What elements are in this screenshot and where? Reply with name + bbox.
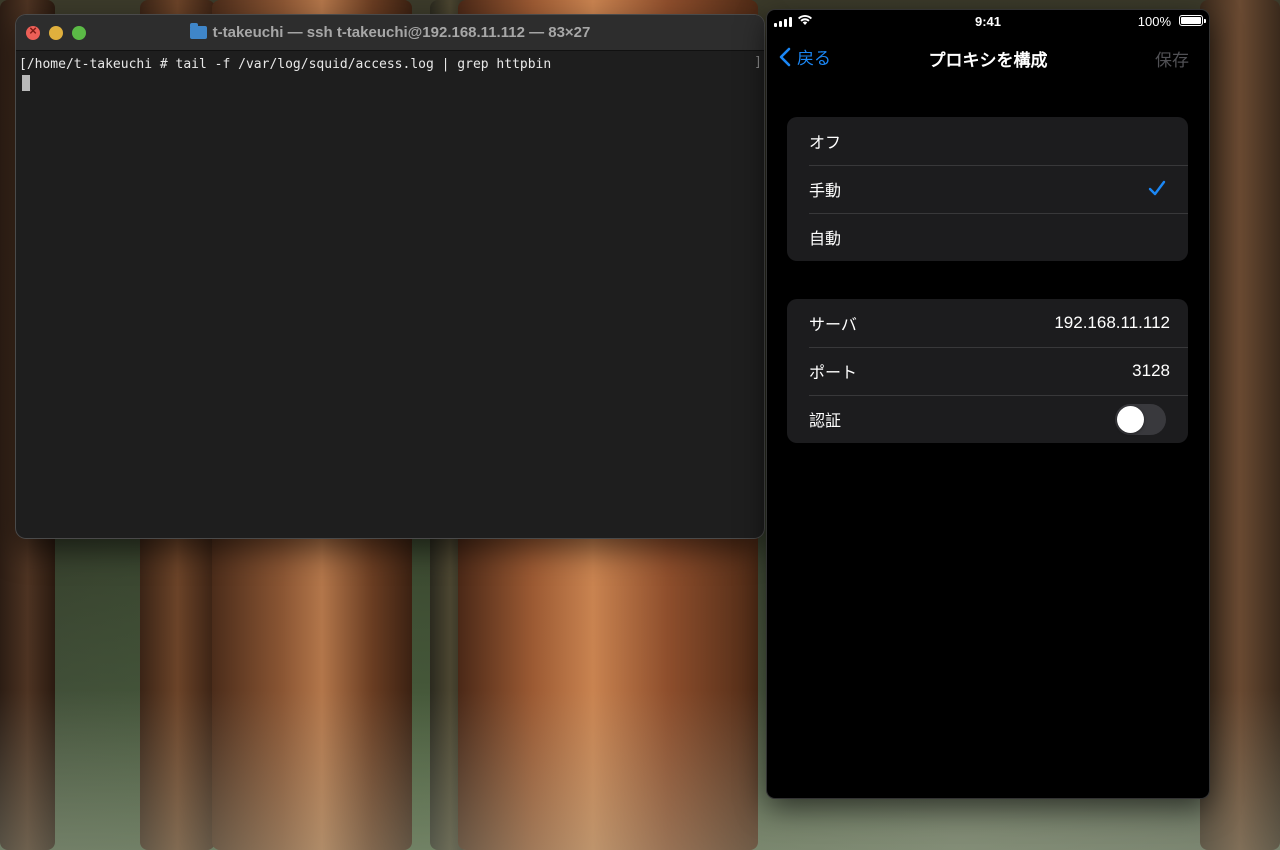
terminal-title: t-takeuchi — ssh t-takeuchi@192.168.11.1…	[212, 24, 591, 41]
navigation-bar: 戻る プロキシを構成 保存	[767, 32, 1209, 80]
proxy-mode-auto[interactable]: 自動	[787, 213, 1188, 261]
save-button[interactable]: 保存	[1155, 46, 1189, 71]
terminal-window[interactable]: t-takeuchi — ssh t-takeuchi@192.168.11.1…	[16, 15, 764, 538]
close-window-button[interactable]	[26, 23, 40, 40]
server-field[interactable]: 192.168.11.112	[1054, 313, 1170, 333]
checkmark-icon	[1148, 180, 1166, 196]
page-title: プロキシを構成	[928, 51, 1048, 70]
auth-row: 認証	[787, 395, 1188, 443]
terminal-cursor	[22, 75, 30, 91]
status-bar: 9:41 100%	[767, 10, 1209, 32]
battery-percentage: 100%	[1137, 14, 1171, 29]
terminal-command-line: [/home/t-takeuchi # tail -f /var/log/squ…	[19, 57, 552, 72]
terminal-content[interactable]: [/home/t-takeuchi # tail -f /var/log/squ…	[16, 51, 764, 91]
terminal-titlebar[interactable]: t-takeuchi — ssh t-takeuchi@192.168.11.1…	[16, 15, 764, 51]
port-field[interactable]: 3128	[1132, 361, 1170, 381]
server-row[interactable]: サーバ 192.168.11.112	[787, 299, 1188, 347]
mode-label: オフ	[809, 135, 842, 152]
server-label: サーバ	[809, 317, 857, 334]
auth-toggle[interactable]	[1115, 404, 1166, 435]
phone-simulator: 9:41 100% 戻る プロキシを構成 保存 オフ 手動 自動 サーバ 192…	[767, 10, 1209, 798]
proxy-settings-group: サーバ 192.168.11.112 ポート 3128 認証	[787, 299, 1188, 443]
auth-label: 認証	[809, 413, 842, 430]
proxy-mode-group: オフ 手動 自動	[787, 117, 1188, 261]
terminal-bracket: ]	[754, 55, 762, 70]
port-row[interactable]: ポート 3128	[787, 347, 1188, 395]
mode-label: 自動	[809, 231, 842, 248]
battery-icon	[1179, 15, 1206, 26]
proxy-mode-manual[interactable]: 手動	[787, 165, 1188, 213]
toggle-knob	[1117, 406, 1144, 433]
proxy-mode-off[interactable]: オフ	[787, 117, 1188, 165]
port-label: ポート	[809, 365, 858, 382]
mode-label: 手動	[809, 183, 842, 200]
zoom-window-button[interactable]	[72, 26, 86, 40]
folder-icon	[189, 23, 207, 39]
minimize-window-button[interactable]	[49, 26, 63, 40]
